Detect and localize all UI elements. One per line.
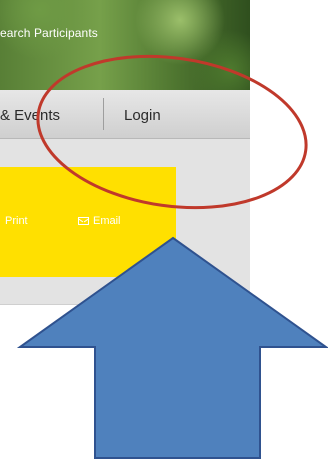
email-link[interactable]: Email — [78, 215, 121, 227]
nav-item-login[interactable]: Login — [124, 107, 161, 124]
email-label: Email — [93, 215, 121, 227]
print-link[interactable]: Print — [5, 215, 28, 227]
banner-tagline: earch Participants — [0, 26, 98, 40]
nav-separator — [103, 98, 104, 130]
main-nav: & Events Login — [0, 90, 250, 139]
header-banner: earch Participants — [0, 0, 250, 90]
nav-item-news-events[interactable]: & Events — [0, 107, 60, 124]
content-divider — [0, 304, 245, 305]
feature-box: Print Email — [0, 167, 176, 277]
envelope-icon — [78, 217, 89, 225]
